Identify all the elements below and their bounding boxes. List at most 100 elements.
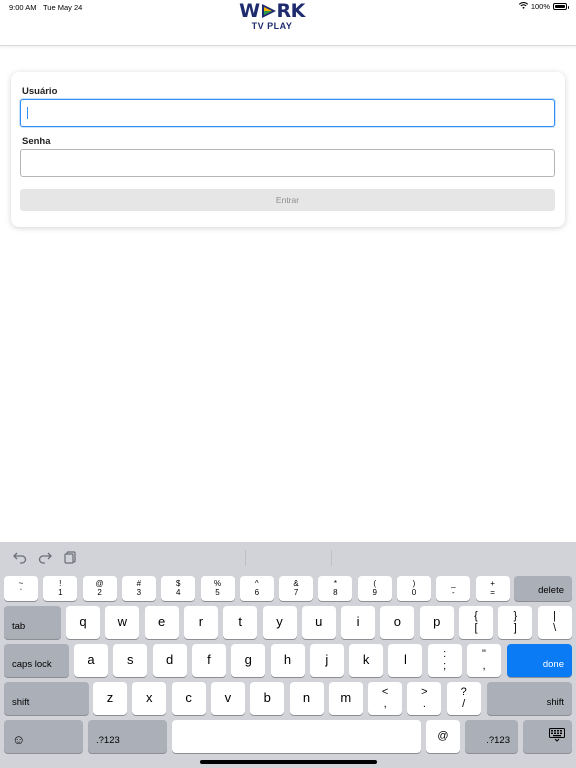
key-shift-glyph: % (213, 579, 222, 588)
number-key[interactable]: ^ 6 (239, 576, 274, 601)
number-key[interactable]: @2 (82, 576, 117, 601)
username-input[interactable] (20, 99, 555, 127)
key-base-glyph: , (383, 698, 387, 710)
number-key[interactable]: (9 (357, 576, 392, 601)
letter-key-j[interactable]: j (309, 644, 344, 677)
letter-key-t[interactable]: t (223, 606, 258, 639)
letter-key-c[interactable]: c (171, 682, 206, 715)
letter-key-d[interactable]: d (152, 644, 187, 677)
key-shift-glyph: " (482, 648, 486, 660)
letter-key-y[interactable]: y (262, 606, 297, 639)
letter-key-o[interactable]: o (380, 606, 415, 639)
number-key[interactable]: & 7 (279, 576, 314, 601)
letter-key-z[interactable]: z (93, 682, 127, 715)
number-key[interactable]: _ - (436, 576, 471, 601)
key-shift-glyph: & (293, 579, 299, 588)
number-key[interactable]: ! 1 (43, 576, 78, 601)
numbers-key[interactable]: .?123 (88, 720, 167, 753)
letter-key-i[interactable]: i (341, 606, 376, 639)
hide-keyboard-key[interactable] (523, 720, 572, 753)
letter-key-x[interactable]: x (132, 682, 167, 715)
numbers-key-right[interactable]: .?123 (465, 720, 518, 753)
letter-key-p[interactable]: p (419, 606, 454, 639)
key-shift-glyph: { (474, 610, 478, 622)
status-bar: 9:00 AM Tue May 24 100% (0, 0, 576, 14)
key-base-glyph: 8 (333, 588, 338, 597)
key-shift-glyph: } (513, 610, 518, 622)
letter-key-g[interactable]: g (231, 644, 266, 677)
caps-lock-key[interactable]: caps lock (4, 644, 69, 677)
number-key[interactable]: + = (475, 576, 510, 601)
symbol-key[interactable]: <, (368, 682, 403, 715)
key-base-glyph: . (422, 698, 426, 710)
letter-key-s[interactable]: s (113, 644, 148, 677)
symbol-key[interactable]: ? / (446, 682, 481, 715)
symbol-key[interactable]: {[ (459, 606, 493, 639)
key-shift-glyph: $ (175, 579, 181, 588)
symbol-key[interactable]: ", (467, 644, 501, 677)
symbol-key[interactable]: >. (407, 682, 442, 715)
on-screen-keyboard: ~ `! 1 @2 #3 $4% 5 ^ 6 & 7 * 8(9) 0 _ - + = delete tab q w e r t… (0, 542, 576, 768)
done-key[interactable]: done (507, 644, 572, 677)
letter-key-l[interactable]: l (388, 644, 423, 677)
password-input[interactable] (20, 149, 555, 177)
at-key[interactable]: @ (426, 720, 460, 753)
delete-key[interactable]: delete (514, 576, 572, 601)
key-base-glyph: ; (443, 660, 447, 672)
left-shift-key[interactable]: shift (4, 682, 89, 715)
status-date: Tue May 24 (43, 3, 83, 12)
tab-key[interactable]: tab (4, 606, 61, 639)
redo-icon[interactable] (38, 550, 52, 564)
login-screen: W RK TV PLAY 9:00 AM Tue May 24 100% Usu… (0, 0, 576, 768)
symbol-key[interactable]: }] (498, 606, 533, 639)
status-right-group: 100% (518, 2, 569, 11)
letter-key-n[interactable]: n (289, 682, 324, 715)
number-key[interactable]: $4 (161, 576, 196, 601)
wifi-icon (518, 2, 528, 11)
emoji-key[interactable]: ☺ (4, 720, 83, 753)
symbol-key[interactable]: :; (427, 644, 462, 677)
key-base-glyph: 7 (293, 588, 299, 597)
number-key[interactable]: % 5 (200, 576, 235, 601)
number-key[interactable]: #3 (121, 576, 156, 601)
number-key[interactable]: ) 0 (397, 576, 431, 601)
space-bar[interactable] (172, 720, 421, 753)
undo-icon[interactable] (13, 550, 27, 564)
letter-key-r[interactable]: r (183, 606, 218, 639)
key-base-glyph: 2 (97, 588, 102, 597)
letter-key-h[interactable]: h (270, 644, 305, 677)
key-label: delete (538, 585, 564, 596)
letter-key-k[interactable]: k (349, 644, 384, 677)
letter-key-u[interactable]: u (301, 606, 336, 639)
key-shift-glyph: : (443, 648, 447, 660)
symbol-key[interactable]: | \ (537, 606, 572, 639)
right-shift-key[interactable]: shift (487, 682, 572, 715)
letter-key-f[interactable]: f (191, 644, 226, 677)
key-base-glyph: 5 (215, 588, 220, 597)
paste-icon[interactable] (63, 550, 77, 564)
letter-key-e[interactable]: e (144, 606, 179, 639)
home-indicator (200, 760, 377, 764)
number-key[interactable]: ~ ` (4, 576, 38, 601)
letter-key-b[interactable]: b (250, 682, 285, 715)
key-label: caps lock (12, 659, 52, 670)
letter-key-q[interactable]: q (66, 606, 100, 639)
letter-key-w[interactable]: w (105, 606, 140, 639)
letter-key-a[interactable]: a (74, 644, 108, 677)
key-label: done (542, 659, 564, 670)
key-shift-glyph: ? (460, 686, 467, 698)
text-caret (27, 107, 28, 119)
number-key[interactable]: * 8 (318, 576, 353, 601)
letter-key-m[interactable]: m (328, 682, 363, 715)
letter-key-v[interactable]: v (210, 682, 245, 715)
entrar-button[interactable]: Entrar (20, 189, 555, 211)
key-base-glyph: \ (553, 622, 557, 634)
toolbar-divider (331, 550, 332, 566)
key-base-glyph: = (490, 588, 495, 597)
key-base-glyph: 3 (136, 588, 142, 597)
key-shift-glyph: + (490, 579, 495, 588)
key-label: .?123 (96, 735, 120, 746)
key-shift-glyph: @ (95, 579, 104, 588)
status-time: 9:00 AM (9, 3, 37, 12)
key-base-glyph: [ (474, 622, 478, 634)
